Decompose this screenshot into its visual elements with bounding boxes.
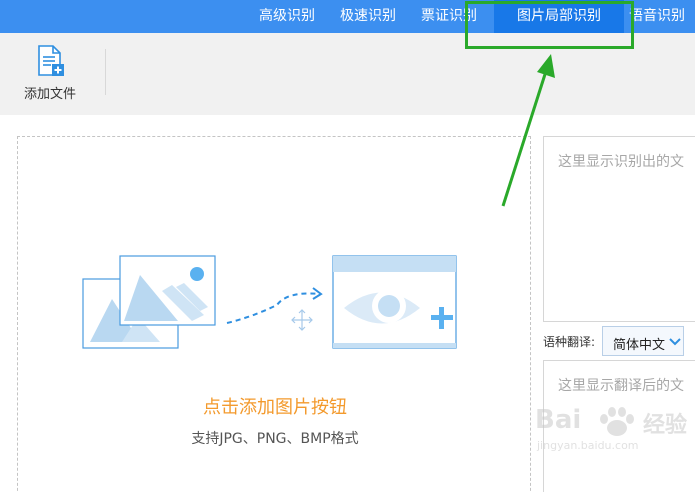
tab-voice-ocr[interactable]: 语音识别 (629, 0, 685, 33)
translation-result-textarea[interactable]: 这里显示翻译后的文 (543, 360, 695, 492)
chevron-down-icon (669, 338, 681, 346)
ocr-result-textarea[interactable]: 这里显示识别出的文 (543, 136, 695, 322)
app-window: 高级识别 极速识别 票证识别 图片局部识别 语音识别 添加文件 点击添加图片按钮… (0, 0, 695, 492)
add-file-icon (38, 45, 64, 76)
add-file-button[interactable]: 添加文件 (18, 45, 82, 103)
top-nav: 高级识别 极速识别 票证识别 图片局部识别 语音识别 (0, 0, 695, 33)
toolbar: 添加文件 (0, 33, 695, 115)
tab-fast-ocr[interactable]: 极速识别 (340, 0, 396, 33)
tab-document-ocr[interactable]: 票证识别 (421, 0, 477, 33)
tab-region-ocr[interactable]: 图片局部识别 (494, 0, 624, 33)
dashed-arrow (226, 292, 321, 324)
supported-formats: 支持JPG、PNG、BMP格式 (191, 431, 359, 447)
move-cross-icon (291, 309, 313, 331)
add-image-illustration (82, 255, 457, 349)
add-file-label: 添加文件 (23, 87, 76, 102)
image-drop-zone[interactable]: 点击添加图片按钮 支持JPG、PNG、BMP格式 (17, 136, 531, 492)
translation-result-placeholder: 这里显示翻译后的文 (558, 378, 684, 394)
image-placeholder-front-icon (119, 255, 216, 326)
translation-language-select[interactable]: 简体中文 (602, 326, 684, 356)
recognize-eye-icon (332, 255, 457, 349)
add-image-prompt: 点击添加图片按钮 (203, 397, 347, 418)
ocr-result-placeholder: 这里显示识别出的文 (558, 154, 684, 170)
translation-language-value: 简体中文 (613, 338, 666, 353)
tab-advanced-ocr[interactable]: 高级识别 (259, 0, 315, 33)
toolbar-divider (105, 49, 106, 95)
translation-language-label: 语种翻译: (543, 335, 596, 349)
annotation-arrow (501, 54, 555, 207)
